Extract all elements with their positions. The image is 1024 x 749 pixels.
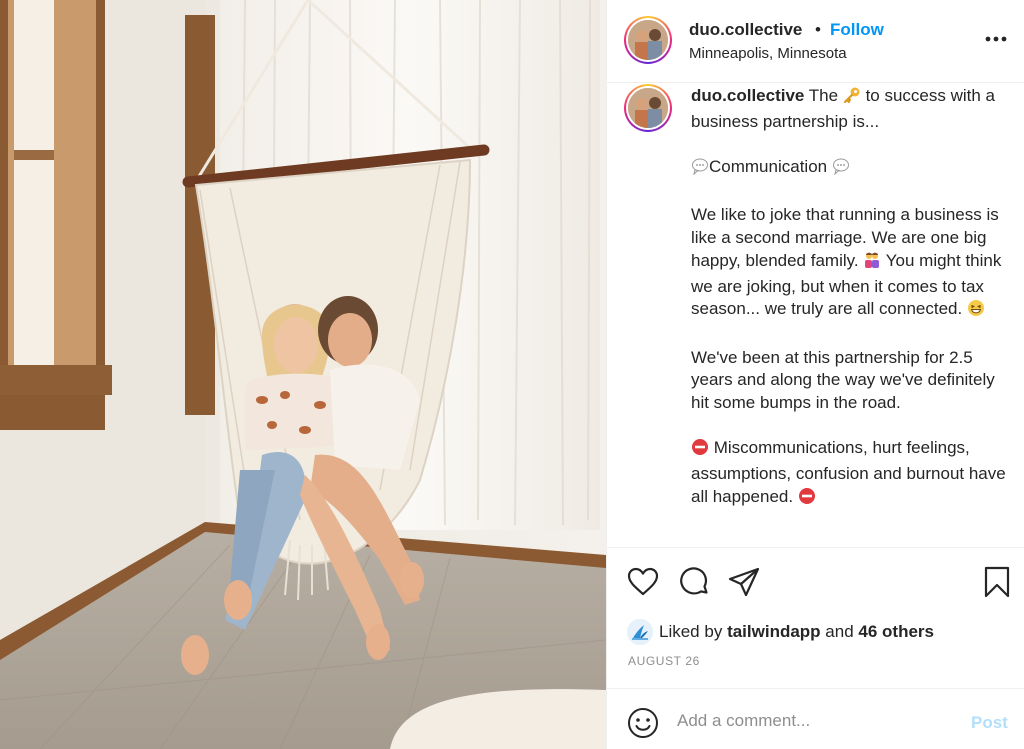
- caption-para3: We've been at this partnership for 2.5 y…: [691, 347, 995, 413]
- caption-username[interactable]: duo.collective: [691, 86, 804, 105]
- grin-emoji: [967, 299, 985, 324]
- caption-text: duo.collective The to success with a bus…: [691, 85, 1013, 534]
- caption-line1-pre: The: [808, 86, 839, 105]
- follow-button[interactable]: Follow: [830, 20, 884, 40]
- likes-row: Liked by tailwindapp and 46 others: [627, 619, 934, 645]
- action-bar: Liked by tailwindapp and 46 others AUGUS…: [607, 547, 1024, 687]
- comment-icon[interactable]: [678, 566, 710, 603]
- author-username[interactable]: duo.collective: [689, 20, 802, 40]
- share-icon[interactable]: [728, 566, 760, 603]
- post-button[interactable]: Post: [971, 713, 1008, 733]
- key-emoji: [843, 86, 861, 111]
- caption-avatar[interactable]: [624, 84, 672, 132]
- caption-para4: Miscommunications, hurt feelings, assump…: [691, 438, 1006, 506]
- liked-by-and: and: [825, 622, 854, 641]
- post-date[interactable]: AUGUST 26: [628, 654, 700, 668]
- author-avatar[interactable]: [624, 16, 672, 64]
- liker-username[interactable]: tailwindapp: [727, 622, 821, 642]
- no-entry-emoji: [691, 438, 709, 463]
- no-entry-emoji: [798, 487, 816, 512]
- more-icon[interactable]: [982, 26, 1010, 50]
- likes-count[interactable]: 46 others: [858, 622, 934, 642]
- communication-label: Communication: [709, 157, 828, 177]
- post-location[interactable]: Minneapolis, Minnesota: [689, 45, 847, 62]
- liked-by-prefix: Liked by: [659, 622, 723, 641]
- separator-dot: •: [815, 20, 821, 39]
- emoji-icon[interactable]: [627, 707, 659, 744]
- bookmark-icon[interactable]: [983, 566, 1011, 603]
- caption-area: duo.collective The to success with a bus…: [607, 84, 1024, 546]
- post-image: [0, 0, 606, 749]
- liker-avatar[interactable]: [627, 619, 653, 645]
- comment-input[interactable]: [677, 711, 957, 731]
- post-header: duo.collective • Follow Minneapolis, Min…: [607, 0, 1024, 83]
- family-emoji: [863, 251, 881, 276]
- post-panel: duo.collective • Follow Minneapolis, Min…: [606, 0, 1024, 749]
- post-photo[interactable]: [0, 0, 606, 749]
- heart-icon[interactable]: [627, 567, 659, 602]
- speech-bubble-emoji: [691, 157, 709, 182]
- comment-bar: Post: [607, 688, 1024, 749]
- speech-bubble-emoji: [832, 157, 850, 182]
